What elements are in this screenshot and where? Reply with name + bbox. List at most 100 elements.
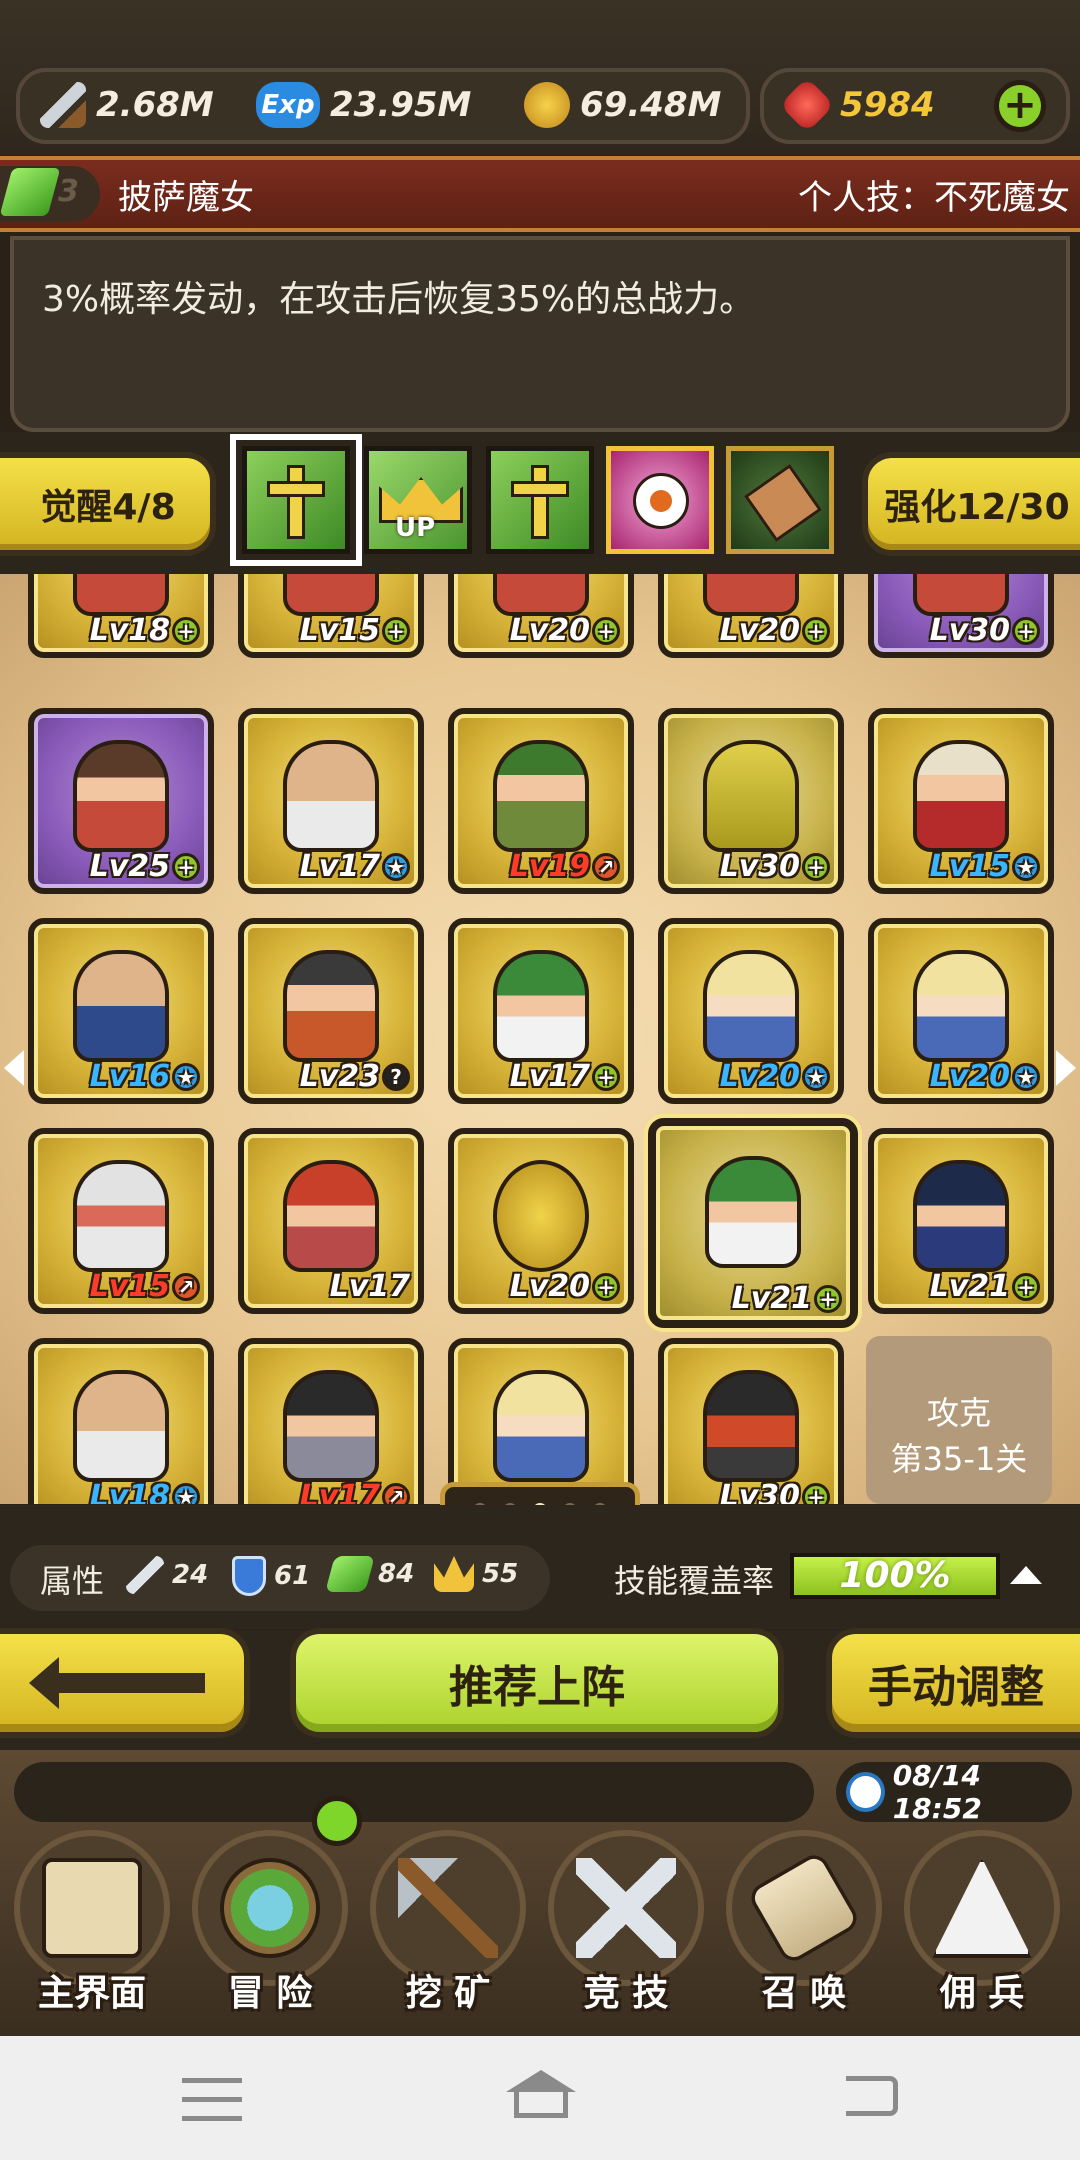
expand-arrow-icon[interactable] — [1010, 1566, 1042, 1584]
hero-sprite — [703, 740, 799, 852]
nav-summon[interactable]: 召 唤 — [716, 1830, 892, 2030]
hero-sprite — [703, 1370, 799, 1482]
attack-value: 2.68M — [96, 85, 214, 125]
gem-attribute: 84 — [325, 1556, 414, 1592]
hero-card[interactable] — [448, 1338, 634, 1504]
hero-card[interactable]: Lv17 ★ — [238, 708, 424, 894]
skill-slot-scroll[interactable] — [726, 446, 834, 554]
hero-card[interactable]: Lv20 + — [448, 574, 634, 658]
hero-level: Lv30 + — [720, 849, 830, 884]
hero-card[interactable]: Lv17 — [238, 1128, 424, 1314]
back-system-icon[interactable] — [840, 2070, 900, 2124]
hero-card[interactable]: Lv25 + — [28, 708, 214, 894]
upgrade-arrow-icon: ↗ — [592, 852, 620, 881]
skill-slot-cross-selected[interactable] — [230, 434, 362, 566]
cross-icon — [287, 465, 305, 539]
nav-arena[interactable]: 竞 技 — [538, 1830, 714, 2030]
sword-attribute: 24 — [126, 1556, 208, 1594]
plus-icon: + — [802, 852, 830, 881]
hero-level: Lv17 + — [510, 1059, 620, 1094]
hero-card[interactable]: Lv30 + — [658, 1338, 844, 1504]
personal-skill-label: 个人技：不死魔女 — [798, 178, 1070, 218]
hero-sprite — [493, 740, 589, 852]
nav-adventure-label: 冒 险 — [227, 1973, 313, 2014]
skill-slot-crown-up[interactable]: UP — [364, 446, 472, 554]
message-bar — [14, 1762, 814, 1822]
home-icon[interactable] — [506, 2070, 576, 2124]
hero-card[interactable]: Lv20 + — [658, 574, 844, 658]
plus-icon: + — [592, 1272, 620, 1301]
crown-attribute: 55 — [434, 1556, 518, 1592]
star-icon: ★ — [382, 852, 410, 881]
hero-card-selected[interactable]: Lv21 + — [648, 1118, 858, 1328]
next-page-arrow-icon[interactable] — [1056, 1050, 1076, 1086]
scroll-icon — [744, 464, 822, 542]
hero-level: Lv15 + — [300, 613, 410, 648]
hero-card[interactable]: Lv20 ★ — [868, 918, 1054, 1104]
hero-card[interactable]: Lv15 + — [238, 574, 424, 658]
hero-sprite — [73, 950, 169, 1062]
hero-level: Lv20 + — [510, 1269, 620, 1304]
hero-level: Lv17 ↗ — [300, 1479, 410, 1504]
hero-card[interactable]: Lv20 + — [448, 1128, 634, 1314]
gold-resource: 69.48M — [524, 80, 721, 130]
prev-page-arrow-icon[interactable] — [4, 1050, 24, 1086]
hero-card[interactable]: Lv30 + — [658, 708, 844, 894]
awaken-button[interactable]: 觉醒4/8 — [0, 452, 216, 556]
awaken-label: 觉醒4/8 — [40, 487, 176, 528]
hero-level: Lv18 + — [90, 613, 200, 648]
hero-sprite — [283, 1160, 379, 1272]
hero-level: Lv20 + — [720, 613, 830, 648]
hero-sprite — [493, 1370, 589, 1482]
hero-sprite — [705, 1156, 801, 1268]
gold-value: 69.48M — [580, 85, 722, 125]
question-icon: ? — [382, 1062, 410, 1091]
star-icon: ★ — [172, 1062, 200, 1091]
nav-mercenary[interactable]: 佣 兵 — [894, 1830, 1070, 2030]
enhance-button[interactable]: 强化12/30 — [862, 452, 1080, 556]
hero-level: Lv20 ★ — [720, 1059, 830, 1094]
hero-card[interactable]: Lv17 ↗ — [238, 1338, 424, 1504]
hero-level: Lv16 ★ — [90, 1059, 200, 1094]
crown-icon — [434, 1556, 474, 1592]
menu-icon[interactable] — [182, 2070, 242, 2124]
hero-card[interactable]: Lv23? — [238, 918, 424, 1104]
hero-sprite — [283, 1370, 379, 1482]
hero-card[interactable]: Lv16 ★ — [28, 918, 214, 1104]
nav-adventure[interactable]: 冒 险 — [182, 1830, 358, 2030]
hero-card[interactable]: Lv17 + — [448, 918, 634, 1104]
skill-coverage-label: 技能覆盖率 — [614, 1562, 775, 1600]
skill-description: 3%概率发动，在攻击后恢复35%的总战力。 — [42, 279, 756, 320]
skill-slot-eye[interactable] — [606, 446, 714, 554]
manual-adjust-button[interactable]: 手动调整 — [826, 1628, 1080, 1738]
hero-card[interactable]: Lv30 + — [868, 574, 1054, 658]
hero-card[interactable]: Lv19 ↗ — [448, 708, 634, 894]
recommend-deploy-button[interactable]: 推荐上阵 — [290, 1628, 784, 1738]
hero-card[interactable]: Lv15 ↗ — [28, 1128, 214, 1314]
exp-icon: Exp — [256, 82, 320, 128]
hero-card[interactable]: Lv21 + — [868, 1128, 1054, 1314]
add-ruby-button[interactable]: + — [994, 80, 1046, 132]
star-icon: ★ — [172, 1482, 200, 1504]
skill-slot-cross[interactable] — [486, 446, 594, 554]
plus-icon: + — [592, 1062, 620, 1091]
hero-card[interactable]: Lv20 ★ — [658, 918, 844, 1104]
skill-description-panel: 3%概率发动，在攻击后恢复35%的总战力。 — [10, 236, 1070, 432]
back-button[interactable] — [0, 1628, 250, 1738]
clock-icon — [846, 1772, 885, 1812]
pickaxe-icon — [398, 1858, 498, 1958]
gem-icon — [325, 1556, 375, 1592]
nav-main[interactable]: 主界面 — [4, 1830, 180, 2030]
adventure-notification-dot — [312, 1796, 362, 1846]
plus-icon: + — [592, 616, 620, 645]
nav-main-label: 主界面 — [37, 1973, 146, 2014]
plus-icon: + — [802, 616, 830, 645]
gold-coin-icon — [524, 82, 570, 128]
hero-card[interactable]: Lv18 + — [28, 574, 214, 658]
nav-arena-label: 竞 技 — [583, 1973, 669, 2014]
hero-card[interactable]: Lv15 ★ — [868, 708, 1054, 894]
hero-card[interactable]: Lv18 ★ — [28, 1338, 214, 1504]
hero-level: Lv25 + — [90, 849, 200, 884]
nav-mining[interactable]: 挖 矿 — [360, 1830, 536, 2030]
time-text: 08/14 18:52 — [892, 1759, 982, 1825]
